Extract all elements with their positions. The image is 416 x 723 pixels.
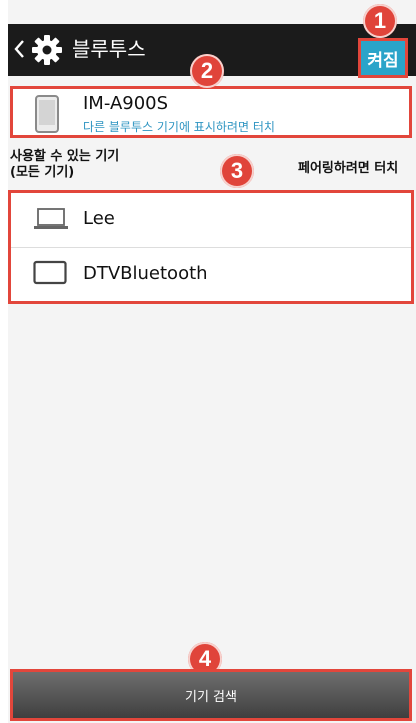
device-list-item-dtvbluetooth[interactable]: DTVBluetooth <box>11 248 411 302</box>
callout-badge-1: 1 <box>363 4 397 38</box>
left-margin <box>0 0 8 723</box>
my-device-card[interactable]: IM-A900S 다른 블루투스 기기에 표시하려면 터치 <box>10 86 412 138</box>
device-list-item-lee[interactable]: Lee <box>11 193 411 248</box>
tv-icon <box>33 260 67 285</box>
pairing-hint: 페어링하려면 터치 <box>298 161 399 176</box>
settings-gear-icon[interactable] <box>31 34 63 66</box>
device-visibility-hint: 다른 블루투스 기기에 표시하려면 터치 <box>83 120 275 134</box>
device-list-item-label: DTVBluetooth <box>83 263 208 284</box>
available-devices-list: Lee DTVBluetooth <box>8 190 414 304</box>
callout-badge-2: 2 <box>190 54 224 88</box>
callout-badge-3: 3 <box>220 154 254 188</box>
device-name: IM-A900S <box>83 93 169 114</box>
back-arrow-icon[interactable] <box>12 38 26 60</box>
available-devices-header: 사용할 수 있는 기기 (모든 기기) 페어링하려면 터치 <box>10 149 416 183</box>
available-devices-filter: (모든 기기) <box>10 165 75 180</box>
list-empty-space <box>8 306 416 668</box>
scan-devices-button[interactable]: 기기 검색 <box>10 669 412 721</box>
page-title: 블루투스 <box>72 37 146 61</box>
bluetooth-toggle-button[interactable]: 켜짐 <box>358 38 408 78</box>
phone-icon <box>35 95 59 133</box>
laptop-icon <box>34 208 68 229</box>
available-devices-title: 사용할 수 있는 기기 <box>10 149 120 164</box>
device-list-item-label: Lee <box>83 208 115 229</box>
